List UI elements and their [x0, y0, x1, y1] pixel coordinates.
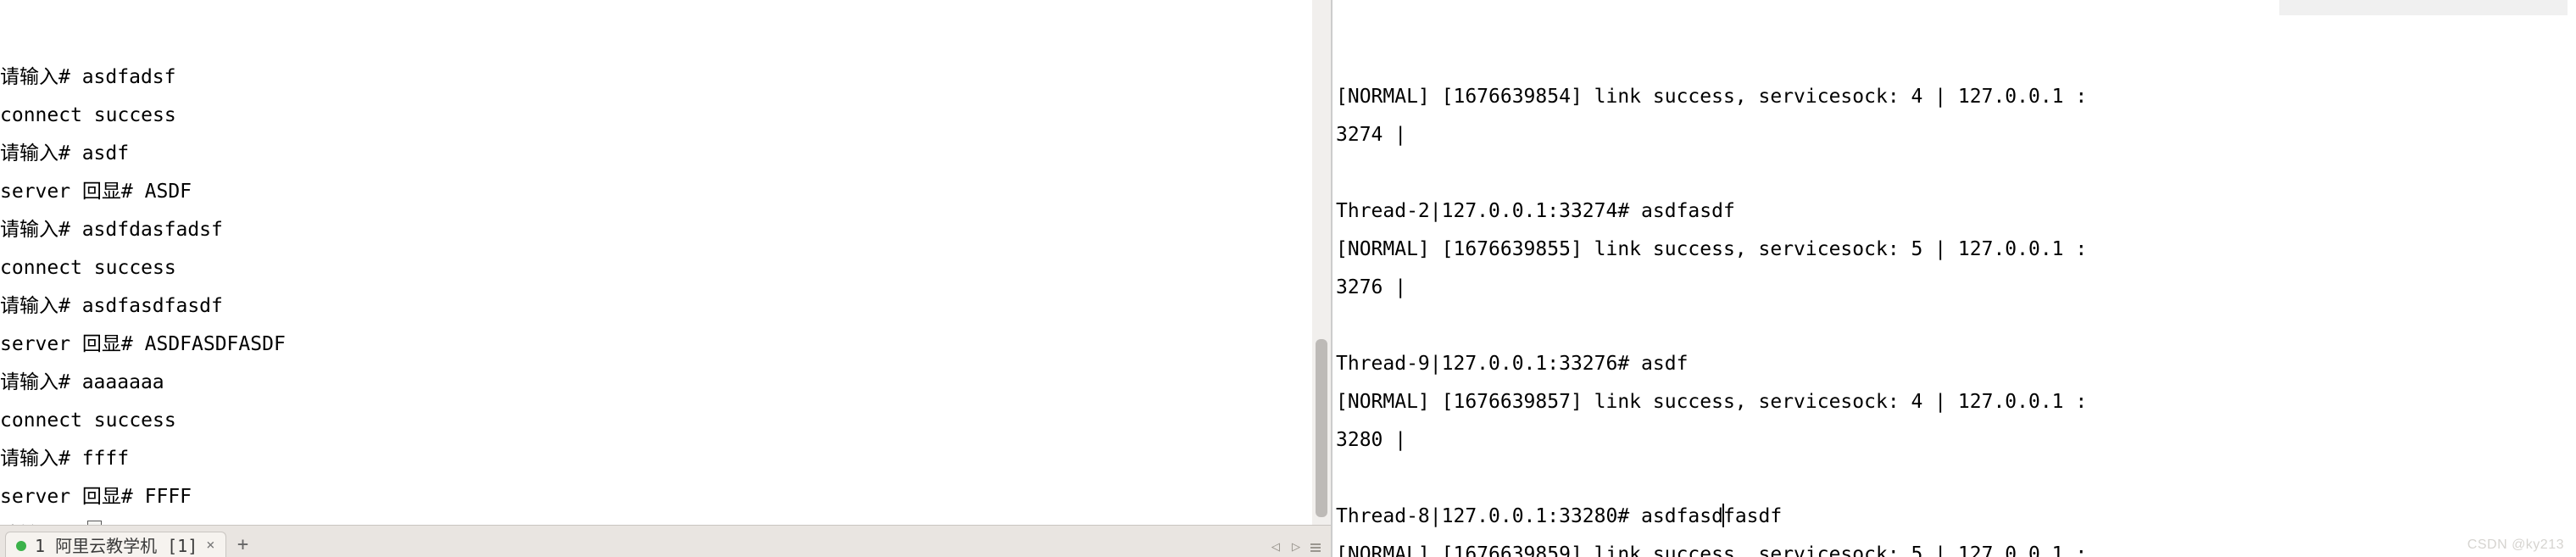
- prompt-text: server 回显#: [0, 181, 145, 203]
- terminal-line: 请输入# asdfasdfasdf: [0, 287, 1331, 326]
- terminal-line: 3274 |: [1336, 116, 2576, 154]
- line-text: ffff: [82, 448, 129, 470]
- tab-bar: 1 阿里云教学机 [1] × + ◁ ▷: [0, 525, 1331, 557]
- tab-menu-button[interactable]: [1309, 541, 1322, 554]
- tab-prev-button[interactable]: ◁: [1268, 540, 1283, 554]
- prompt-text: server 回显#: [0, 333, 145, 355]
- terminal-line: 请输入# ffff: [0, 440, 1331, 478]
- terminal-line: [NORMAL] [1676639859] link success, serv…: [1336, 536, 2576, 557]
- tab-title: 1 阿里云教学机 [1]: [35, 538, 198, 554]
- terminal-line: Thread-9|127.0.0.1:33276# asdf: [1336, 345, 2576, 383]
- terminal-line: 请输入# asdfadsf: [0, 58, 1331, 97]
- terminal-line: Thread-2|127.0.0.1:33274# asdfasdf: [1336, 192, 2576, 231]
- tab-bar-controls: ◁ ▷: [1268, 540, 1322, 554]
- line-text: asdfasdfasdf: [82, 295, 223, 317]
- line-text: connect success: [0, 104, 176, 126]
- prompt-text: 请输入#: [0, 66, 82, 88]
- add-tab-button[interactable]: +: [231, 533, 255, 557]
- terminal-line: server 回显# ASDFASDFASDF: [0, 326, 1331, 364]
- prompt-text: 请输入#: [0, 219, 82, 241]
- line-text: fasdf: [1723, 505, 1782, 527]
- terminal-line: [NORMAL] [1676639857] link success, serv…: [1336, 383, 2576, 421]
- line-text: asdf: [82, 142, 129, 164]
- terminal-line: server 回显# ASDF: [0, 173, 1331, 211]
- right-terminal-pane[interactable]: [NORMAL] [1676639854] link success, serv…: [1333, 0, 2576, 557]
- terminal-line: connect success: [0, 97, 1331, 135]
- prompt-text: 请输入#: [0, 295, 82, 317]
- line-text: aaaaaaa: [82, 371, 164, 393]
- line-text: asdfdasfadsf: [82, 219, 223, 241]
- chevron-down-icon: [1309, 541, 1322, 554]
- line-text: connect success: [0, 257, 176, 279]
- tab-next-button[interactable]: ▷: [1288, 540, 1304, 554]
- terminal-input-line[interactable]: 请输入#: [0, 516, 1331, 525]
- terminal-line: [1336, 460, 2576, 498]
- terminal-line: 请输入# aaaaaaa: [0, 364, 1331, 402]
- watermark-text: CSDN @ky213: [2468, 538, 2564, 552]
- terminal-line: 3280 |: [1336, 421, 2576, 460]
- terminal-line: 请输入# asdfdasfadsf: [0, 211, 1331, 249]
- line-text: ASDFASDFASDF: [145, 333, 286, 355]
- terminal-line: Thread-8|127.0.0.1:33280# asdfasdfasdf: [1336, 498, 2576, 536]
- left-scrollbar[interactable]: [1312, 0, 1331, 525]
- terminal-line: [NORMAL] [1676639854] link success, serv…: [1336, 78, 2576, 116]
- terminal-line: connect success: [0, 402, 1331, 440]
- terminal-tab[interactable]: 1 阿里云教学机 [1] ×: [5, 532, 226, 557]
- terminal-line: 请输入# asdf: [0, 135, 1331, 173]
- tab-close-button[interactable]: ×: [206, 538, 214, 553]
- line-text: asdfadsf: [82, 66, 176, 88]
- terminal-line: 3276 |: [1336, 269, 2576, 307]
- terminal-line: [1336, 307, 2576, 345]
- prompt-text: 请输入#: [0, 371, 82, 393]
- terminal-line: [NORMAL] [1676639855] link success, serv…: [1336, 231, 2576, 269]
- connection-status-dot-icon: [16, 541, 26, 551]
- prompt-text: 请输入#: [0, 448, 82, 470]
- line-text: Thread-8|127.0.0.1:33280# asdfasd: [1336, 505, 1723, 527]
- line-text: connect success: [0, 409, 176, 432]
- terminal-line: connect success: [0, 249, 1331, 287]
- terminal-line: server 回显# FFFF: [0, 478, 1331, 516]
- prompt-text: server 回显#: [0, 486, 145, 508]
- left-terminal-output[interactable]: 请输入# asdfadsfconnect success请输入# asdfser…: [0, 0, 1331, 525]
- prompt-text: 请输入#: [0, 142, 82, 164]
- terminal-line: [1336, 154, 2576, 192]
- left-terminal-pane: 请输入# asdfadsfconnect success请输入# asdfser…: [0, 0, 1331, 557]
- selection-highlight: [2279, 0, 2568, 15]
- line-text: FFFF: [145, 486, 192, 508]
- line-text: ASDF: [145, 181, 192, 203]
